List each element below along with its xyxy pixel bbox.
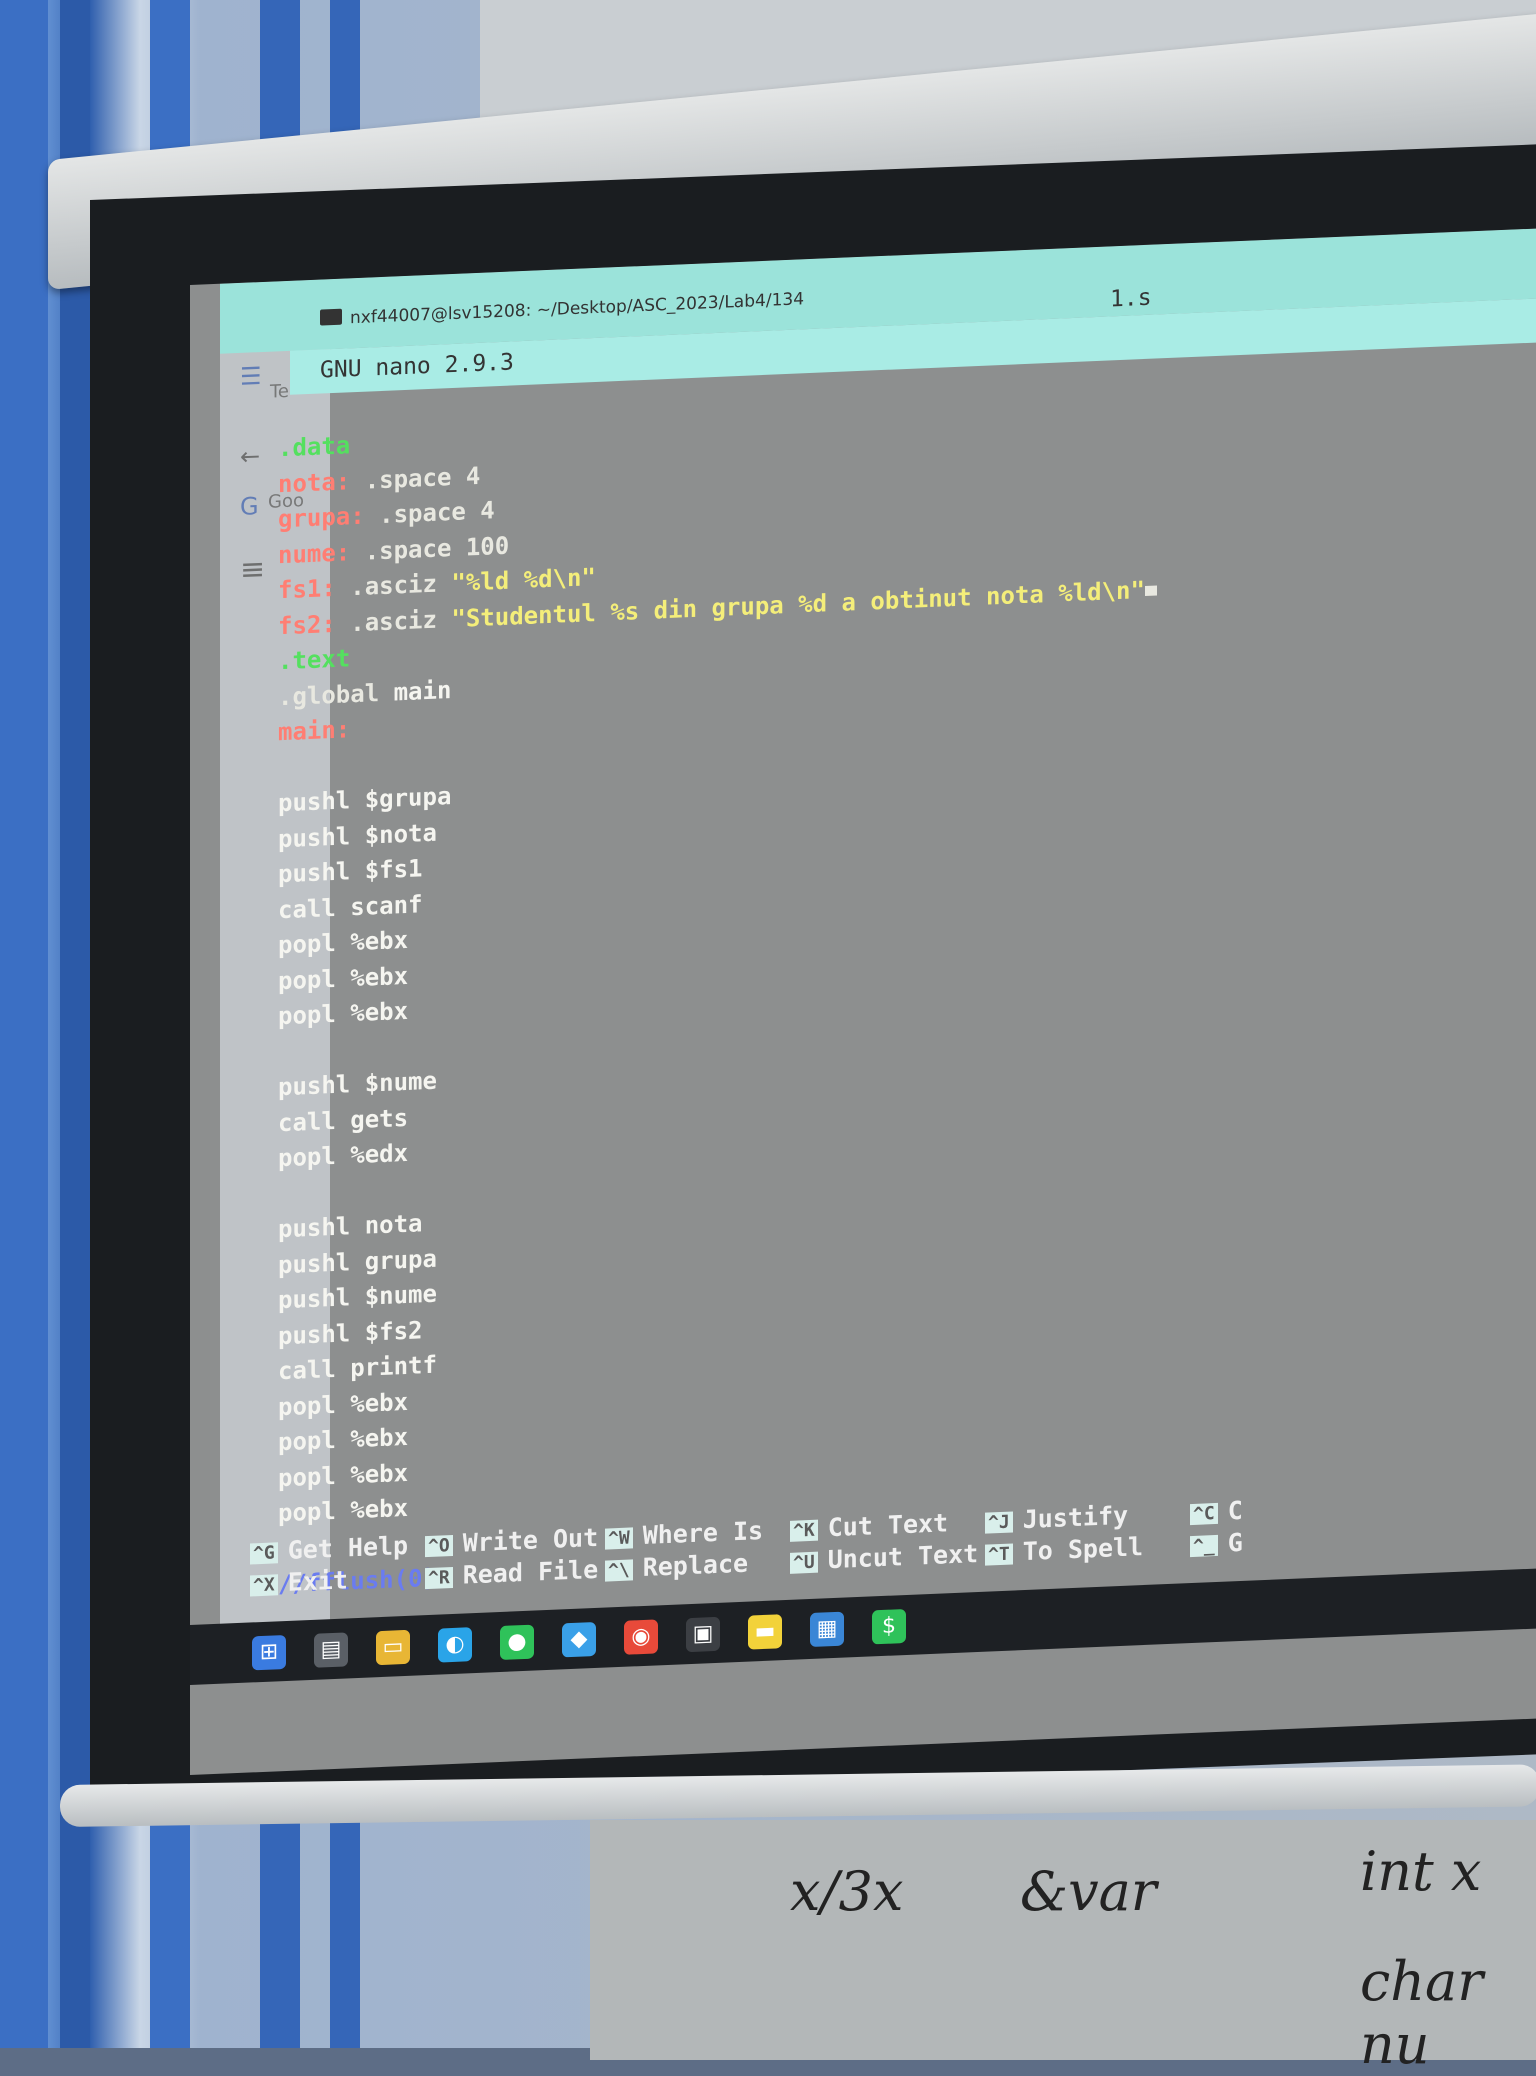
shortcut-key: ^J: [985, 1511, 1013, 1534]
file-name: 1.s: [1110, 284, 1152, 313]
list-icon: ☰: [240, 362, 262, 391]
whiteboard-text: char nu: [1360, 1950, 1484, 2076]
back-arrow-icon[interactable]: ←: [240, 442, 260, 471]
shortcut-key: ^O: [425, 1534, 453, 1557]
terminal-icon[interactable]: ▣: [686, 1616, 720, 1653]
shortcut-label: C: [1227, 1495, 1243, 1526]
spotify-icon[interactable]: ●: [500, 1624, 534, 1661]
whiteboard-text: x/3x: [790, 1860, 904, 1923]
shortcut-key: ^W: [605, 1526, 633, 1550]
shortcut-cut-text[interactable]: ^K Cut Text: [790, 1508, 948, 1544]
shortcut-label: Get Help: [287, 1530, 409, 1565]
shortcut-key: ^_: [1190, 1534, 1218, 1557]
shortcut-key: ^C: [1190, 1502, 1218, 1525]
whiteboard: x/3x &var int x char nu: [590, 1820, 1536, 2076]
window-blind: [60, 0, 90, 2048]
shortcut-uncut-text[interactable]: ^U Uncut Text: [790, 1539, 978, 1576]
shortcut-replace[interactable]: ^\ Replace: [605, 1549, 748, 1584]
shortcut-write-out[interactable]: ^O Write Out: [425, 1523, 598, 1559]
window-title: nxf44007@lsv15208: ~/Desktop/ASC_2023/La…: [350, 289, 805, 329]
vscode-icon[interactable]: ◆: [562, 1621, 596, 1658]
shortcut-c[interactable]: ^C C: [1190, 1496, 1243, 1527]
shortcut-key: ^R: [425, 1566, 453, 1589]
calculator-icon[interactable]: ▦: [810, 1611, 844, 1648]
shortcut-justify[interactable]: ^J Justify: [985, 1501, 1128, 1536]
chrome-icon[interactable]: ◉: [624, 1619, 658, 1655]
whiteboard-text: int x: [1360, 1840, 1482, 1903]
window-blind: [0, 0, 48, 2048]
shortcut-where-is[interactable]: ^W Where Is: [605, 1516, 763, 1552]
shortcut-label: To Spell: [1022, 1532, 1144, 1567]
shortcut-key: ^K: [790, 1519, 818, 1542]
whiteboard-text: &var: [1020, 1860, 1157, 1923]
shortcut-key: ^X: [250, 1573, 278, 1596]
windows-icon[interactable]: ⊞: [252, 1634, 286, 1671]
nano-version: GNU nano 2.9.3: [320, 349, 514, 384]
edge-icon[interactable]: ◐: [438, 1627, 472, 1663]
hamburger-menu-icon[interactable]: ≡: [240, 552, 265, 588]
shortcut-label: Read File: [462, 1554, 599, 1590]
shortcut-get-help[interactable]: ^G Get Help: [250, 1531, 408, 1567]
printf-block: pushl nota pushl grupa pushl $nume pushl $f…: [278, 1160, 1536, 1532]
file-explorer-icon[interactable]: ▭: [376, 1629, 410, 1666]
shortcut-label: Justify: [1022, 1500, 1129, 1535]
shortcut-label: Replace: [642, 1548, 749, 1583]
shortcut-key: ^T: [985, 1543, 1013, 1566]
sticky-notes-icon[interactable]: ▬: [748, 1614, 782, 1650]
shortcut-key: ^\: [605, 1558, 633, 1582]
shortcut-to-spell[interactable]: ^T To Spell: [985, 1532, 1143, 1568]
shortcut-label: Write Out: [462, 1522, 599, 1558]
projected-desktop: ☰ Te ← G Goo ≡ nxf44007@lsv15208: ~/Desk…: [190, 227, 1536, 1775]
dollar-icon[interactable]: $: [872, 1608, 906, 1645]
shortcut-read-file[interactable]: ^R Read File: [425, 1555, 598, 1591]
editor-text-area[interactable]: .data nota: .space 4 grupa: .space 4 num…: [278, 379, 1536, 1603]
shortcut-label: Cut Text: [827, 1508, 949, 1543]
shortcut-label: Exit: [287, 1565, 348, 1597]
terminal-icon: [320, 308, 342, 326]
shortcut-key: ^G: [250, 1541, 278, 1564]
google-icon: G: [240, 492, 259, 521]
shortcut-label: Uncut Text: [827, 1538, 979, 1575]
text-cursor: [1144, 584, 1157, 596]
shortcut-label: Where Is: [642, 1515, 764, 1551]
browser-tab-label: Te: [270, 380, 290, 403]
shortcut-key: ^U: [790, 1551, 818, 1574]
task-view-icon[interactable]: ▤: [314, 1632, 348, 1668]
shortcut-exit[interactable]: ^X Exit: [250, 1565, 348, 1598]
shortcut-g[interactable]: ^_ G: [1190, 1528, 1243, 1559]
shortcut-label: G: [1227, 1527, 1243, 1558]
